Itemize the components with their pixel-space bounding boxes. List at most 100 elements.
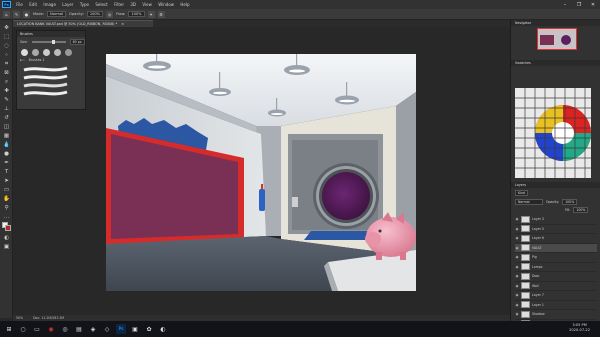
minimize-button[interactable]: – [558, 0, 572, 9]
navigator-panel-header[interactable]: Navigator [511, 20, 600, 26]
visibility-eye-icon[interactable]: ◉ [515, 284, 519, 288]
menu-edit[interactable]: Edit [26, 2, 40, 7]
brush-tip[interactable] [32, 49, 39, 56]
marquee-tool-icon[interactable]: ⬚ [2, 33, 11, 41]
windows-start-icon[interactable]: ⊞ [4, 324, 14, 334]
layer-row[interactable]: ◉ Pig [515, 253, 597, 263]
visibility-eye-icon[interactable]: ◉ [515, 293, 519, 297]
menu-help[interactable]: Help [177, 2, 193, 7]
system-clock[interactable]: 3:05 PM 2020-07-22 [569, 323, 590, 333]
crop-tool-icon[interactable]: ⌗ [2, 60, 11, 68]
navigator-thumbnail[interactable] [537, 28, 577, 50]
brush-group-row[interactable]: ▸▭ Brushes 1 [17, 58, 85, 62]
visibility-eye-icon[interactable]: ◉ [515, 265, 519, 269]
hand-tool-icon[interactable]: ✋ [2, 195, 11, 203]
layer-row[interactable]: ◉ Layer 7 [515, 291, 597, 301]
visibility-eye-icon[interactable]: ◉ [515, 246, 519, 250]
path-select-tool-icon[interactable]: ➤ [2, 177, 11, 185]
close-tab-icon[interactable]: × [121, 22, 124, 26]
smoothing-icon[interactable]: ⚙ [157, 10, 165, 18]
home-icon[interactable]: ⌂ [3, 10, 10, 18]
screen-mode-icon[interactable]: ▣ [2, 243, 11, 251]
task-view-icon[interactable]: ▭ [32, 324, 42, 334]
photoshop-taskbar-icon[interactable]: Ps [116, 324, 126, 334]
layer-row[interactable]: ◉ Layer 6 [515, 234, 597, 244]
menu-type[interactable]: Type [77, 2, 93, 7]
airbrush-icon[interactable]: ✦ [147, 10, 155, 18]
app-icon[interactable]: ◇ [102, 324, 112, 334]
opacity-input[interactable]: 100% [86, 11, 104, 17]
app-icon[interactable]: ◉ [46, 324, 56, 334]
menu-image[interactable]: Image [40, 2, 59, 7]
brush-tip[interactable] [65, 49, 72, 56]
more-tools-icon[interactable]: … [2, 213, 11, 221]
brush-size-slider[interactable] [31, 39, 66, 44]
visibility-eye-icon[interactable]: ◉ [515, 255, 519, 259]
visibility-eye-icon[interactable]: ◉ [515, 312, 519, 316]
frame-tool-icon[interactable]: ⊠ [2, 69, 11, 77]
app-icon[interactable]: ◈ [88, 324, 98, 334]
shape-tool-icon[interactable]: ▭ [2, 186, 11, 194]
app-icon[interactable]: ✿ [144, 324, 154, 334]
brush-tool-icon-active[interactable]: ✎ [2, 96, 11, 104]
close-window-button[interactable]: ✕ [586, 0, 600, 9]
pen-tool-icon[interactable]: ✒ [2, 159, 11, 167]
file-explorer-icon[interactable]: ▤ [74, 324, 84, 334]
type-tool-icon[interactable]: T [2, 168, 11, 176]
app-icon[interactable]: ▣ [130, 324, 140, 334]
menu-file[interactable]: File [13, 2, 26, 7]
document-canvas[interactable] [106, 54, 416, 291]
menu-filter[interactable]: Filter [111, 2, 127, 7]
quick-select-tool-icon[interactable]: ⁘ [2, 51, 11, 59]
visibility-eye-icon[interactable]: ◉ [515, 236, 519, 240]
gradient-tool-icon[interactable]: ▦ [2, 132, 11, 140]
move-tool-icon[interactable]: ✥ [2, 24, 11, 32]
visibility-eye-icon[interactable]: ◉ [515, 274, 519, 278]
background-color-swatch[interactable] [5, 225, 11, 231]
app-icon[interactable]: ◎ [60, 324, 70, 334]
layer-blend-mode[interactable]: Normal [515, 199, 543, 205]
layer-fill-input[interactable]: 100% [573, 207, 589, 213]
blur-tool-icon[interactable]: 💧 [2, 141, 11, 149]
document-tab[interactable]: LOCATION BANK VAULT.psd @ 50% (OLD_RIBBO… [13, 20, 153, 27]
maximize-button[interactable]: ❐ [572, 0, 586, 9]
menu-layer[interactable]: Layer [59, 2, 77, 7]
menu-3d[interactable]: 3D [127, 2, 139, 7]
search-icon[interactable]: ○ [18, 324, 28, 334]
mode-select[interactable]: Normal [47, 11, 67, 17]
visibility-eye-icon[interactable]: ◉ [515, 217, 519, 221]
eyedropper-tool-icon[interactable]: ⌕ [2, 78, 11, 86]
swatches-panel-header[interactable]: Swatches [511, 60, 600, 66]
stamp-tool-icon[interactable]: ⊥ [2, 105, 11, 113]
history-brush-tool-icon[interactable]: ↺ [2, 114, 11, 122]
dodge-tool-icon[interactable]: ● [2, 150, 11, 158]
menu-view[interactable]: View [139, 2, 155, 7]
menu-window[interactable]: Window [155, 2, 177, 7]
menu-select[interactable]: Select [92, 2, 111, 7]
layer-row[interactable]: ◉ Lamps [515, 263, 597, 272]
quick-mask-icon[interactable]: ◐ [2, 234, 11, 242]
layer-row[interactable]: ◉ Wall [515, 282, 597, 291]
brush-tool-icon[interactable]: ✎ [13, 10, 20, 18]
zoom-level[interactable]: 50% [16, 316, 23, 320]
lasso-tool-icon[interactable]: ◌ [2, 42, 11, 50]
eraser-tool-icon[interactable]: ◫ [2, 123, 11, 131]
layer-row[interactable]: ◉ Layer 1 [515, 301, 597, 310]
layer-row[interactable]: ◉ Layer 3 [515, 215, 597, 225]
color-swatch-grid[interactable] [515, 88, 591, 178]
zoom-tool-icon[interactable]: ⚲ [2, 204, 11, 212]
layer-row[interactable]: ◉ VAULT [515, 243, 597, 253]
flow-input[interactable]: 100% [128, 11, 145, 17]
brush-preset-picker[interactable]: ● [23, 10, 30, 18]
layer-opacity-input[interactable]: 100% [562, 199, 578, 205]
visibility-eye-icon[interactable]: ◉ [515, 303, 519, 307]
pressure-opacity-icon[interactable]: ◎ [106, 10, 114, 18]
layer-row[interactable]: ◉ Layer 5 [515, 225, 597, 234]
brush-tip[interactable] [21, 49, 28, 56]
layer-row[interactable]: ◉ Shadow [515, 310, 597, 320]
app-icon[interactable]: ◐ [158, 324, 168, 334]
brush-size-input[interactable]: 60 px [69, 39, 85, 45]
layers-panel-header[interactable]: Layers [511, 182, 600, 188]
healing-tool-icon[interactable]: ✚ [2, 87, 11, 95]
layer-row[interactable]: ◉ Door [515, 272, 597, 282]
